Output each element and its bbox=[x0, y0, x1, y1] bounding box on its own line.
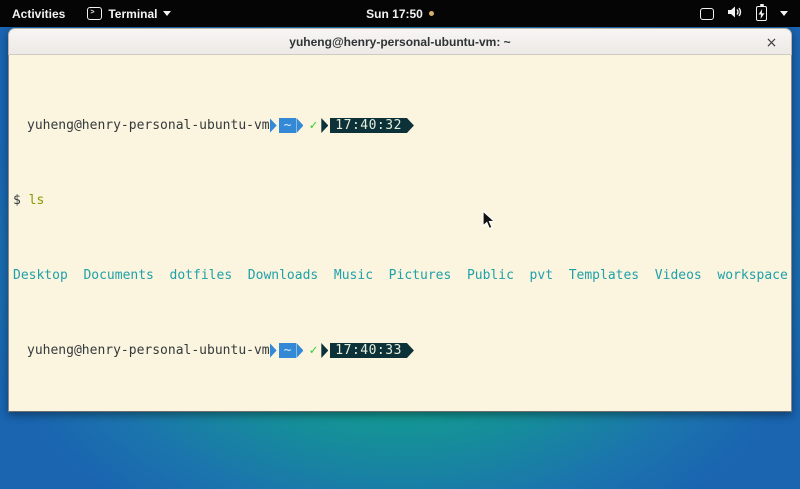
window-title: yuheng@henry-personal-ubuntu-vm: ~ bbox=[289, 35, 510, 49]
powerline-path-segment: ~ bbox=[270, 118, 304, 133]
activities-button[interactable]: Activities bbox=[0, 0, 77, 27]
space bbox=[21, 193, 29, 208]
prompt-timestamp: 17:40:32 bbox=[330, 118, 407, 133]
command-text: ls bbox=[29, 193, 45, 208]
system-status-area[interactable] bbox=[688, 0, 800, 27]
battery-charging-icon bbox=[756, 6, 767, 21]
activities-label: Activities bbox=[12, 7, 65, 21]
command-line: $ ls bbox=[13, 193, 787, 208]
display-icon bbox=[700, 8, 714, 20]
powerline-arrow-icon bbox=[270, 343, 277, 358]
terminal-window: yuheng@henry-personal-ubuntu-vm: ~ × yuh… bbox=[8, 28, 792, 412]
powerline-arrow-icon bbox=[321, 343, 328, 358]
prompt-user-host: yuheng@henry-personal-ubuntu-vm bbox=[27, 343, 270, 358]
chevron-down-icon bbox=[163, 11, 171, 16]
powerline-arrow-icon bbox=[407, 118, 414, 133]
window-titlebar[interactable]: yuheng@henry-personal-ubuntu-vm: ~ × bbox=[8, 28, 792, 55]
close-icon[interactable]: × bbox=[761, 32, 782, 53]
prompt-line: yuheng@henry-personal-ubuntu-vm ~ ✓ 17:4… bbox=[13, 118, 787, 133]
system-menu-chevron-icon bbox=[780, 11, 788, 16]
prompt-timestamp: 17:40:33 bbox=[330, 343, 407, 358]
prompt-user-host: yuheng@henry-personal-ubuntu-vm bbox=[27, 118, 270, 133]
notification-dot-icon bbox=[429, 11, 434, 16]
app-menu-terminal[interactable]: > Terminal bbox=[77, 0, 181, 27]
powerline-arrow-icon bbox=[407, 343, 414, 358]
top-bar: Sun 17:50 Activities > Terminal bbox=[0, 0, 800, 27]
prompt-path: ~ bbox=[279, 118, 297, 133]
status-check-icon: ✓ bbox=[303, 118, 321, 133]
prompt-line: yuheng@henry-personal-ubuntu-vm ~ ✓ 17:4… bbox=[13, 343, 787, 358]
status-check-icon: ✓ bbox=[303, 343, 321, 358]
app-menu-label: Terminal bbox=[108, 7, 157, 21]
clock-label[interactable]: Sun 17:50 bbox=[366, 7, 423, 21]
ls-output-line: Desktop Documents dotfiles Downloads Mus… bbox=[13, 268, 787, 283]
powerline-arrow-icon bbox=[296, 343, 303, 358]
prompt-path: ~ bbox=[279, 343, 297, 358]
powerline-time-segment: 17:40:32 bbox=[321, 118, 414, 133]
powerline-arrow-icon bbox=[270, 118, 277, 133]
powerline-time-segment: 17:40:33 bbox=[321, 343, 414, 358]
powerline-arrow-icon bbox=[296, 118, 303, 133]
powerline-path-segment: ~ bbox=[270, 343, 304, 358]
ls-output: Desktop Documents dotfiles Downloads Mus… bbox=[13, 268, 788, 283]
terminal-app-icon: > bbox=[87, 7, 102, 20]
powerline-arrow-icon bbox=[321, 118, 328, 133]
volume-icon bbox=[727, 5, 743, 22]
terminal-content[interactable]: yuheng@henry-personal-ubuntu-vm ~ ✓ 17:4… bbox=[8, 55, 792, 412]
shell-prompt-symbol: $ bbox=[13, 193, 21, 208]
